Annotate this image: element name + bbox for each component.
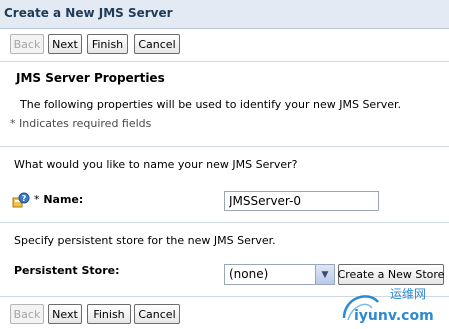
divider	[0, 61, 449, 62]
watermark-logo: 运维网 iyunv.com	[338, 284, 448, 326]
svg-text:运维网: 运维网	[390, 287, 426, 301]
section-title: JMS Server Properties	[16, 71, 165, 85]
cancel-button[interactable]: Cancel	[134, 34, 180, 54]
name-label-text: Name:	[43, 193, 84, 206]
persistent-store-select[interactable]: (none) ▼	[224, 264, 335, 285]
store-description: Specify persistent store for the new JMS…	[14, 234, 276, 247]
divider	[0, 146, 449, 147]
name-input[interactable]	[224, 191, 379, 211]
next-button[interactable]: Next	[48, 304, 82, 324]
svg-text:?: ?	[22, 194, 27, 203]
required-mark: *	[34, 193, 40, 206]
svg-text:iyunv.com: iyunv.com	[354, 308, 434, 324]
cancel-button[interactable]: Cancel	[134, 304, 180, 324]
back-button[interactable]: Back	[10, 34, 44, 54]
persistent-store-label: Persistent Store:	[14, 264, 120, 277]
name-question: What would you like to name your new JMS…	[14, 158, 298, 171]
section-description: The following properties will be used to…	[20, 98, 401, 111]
selected-value: (none)	[229, 267, 269, 281]
chevron-down-icon[interactable]: ▼	[315, 265, 334, 284]
name-label: * Name:	[34, 193, 83, 206]
page-title: Create a New JMS Server	[4, 6, 173, 20]
create-new-store-button[interactable]: Create a New Store	[338, 264, 444, 285]
required-fields-note: * Indicates required fields	[10, 117, 152, 130]
finish-button[interactable]: Finish	[87, 34, 128, 54]
help-icon: ?	[12, 192, 30, 208]
finish-button[interactable]: Finish	[87, 304, 131, 324]
divider	[0, 222, 449, 223]
title-bar: Create a New JMS Server	[0, 0, 449, 29]
back-button[interactable]: Back	[10, 304, 44, 324]
next-button[interactable]: Next	[48, 34, 82, 54]
